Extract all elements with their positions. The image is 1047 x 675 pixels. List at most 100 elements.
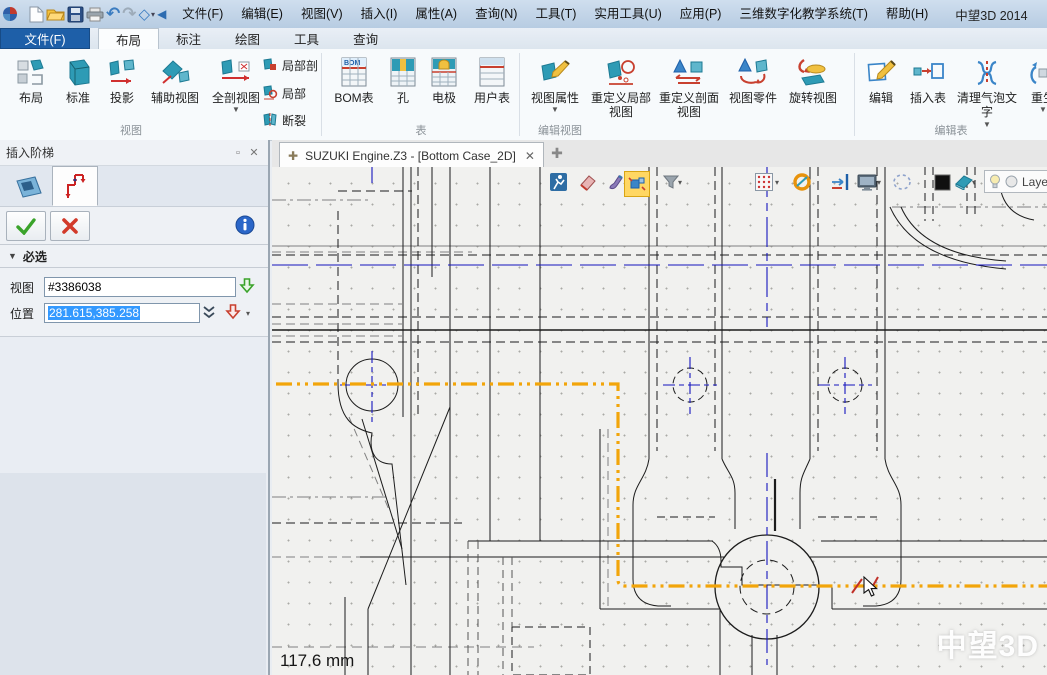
redo-icon[interactable]: ↷ [122,3,136,25]
hole-table-button[interactable]: 孔 [384,52,422,105]
menu-insert[interactable]: 插入(I) [352,0,407,28]
redefine-detail-view-button[interactable]: 重定义局部视图 [588,52,654,120]
ribbon-group-view: 布局 标准 投影 辅助视图 全剖视图 ▼ 局部剖 [0,49,322,140]
filter-dropdown-icon[interactable]: ▾ [678,178,682,187]
layout-button[interactable]: 布局 [8,52,54,105]
new-file-icon[interactable] [29,3,44,25]
bom-table-button[interactable]: BOM BOM表 [328,52,380,105]
view-attributes-dropdown-icon[interactable]: ▼ [551,106,559,114]
step-line-icon [60,171,90,201]
redefine-section-view-button[interactable]: 重定义剖面视图 [656,52,722,120]
menu-3d-teaching-system[interactable]: 三维数字化教学系统(T) [730,0,876,28]
clean-balloon-text-icon [972,52,1002,88]
full-section-dropdown-icon[interactable]: ▼ [232,106,240,114]
escape-tool-icon[interactable] [547,171,569,193]
detail-view-icon [262,85,278,101]
tab-close-icon[interactable]: ✕ [525,149,535,163]
ribbon-tab-layout[interactable]: 布局 [98,28,159,49]
check-icon [16,217,36,235]
ribbon-tab-inquire[interactable]: 查询 [336,28,395,49]
ribbon-tab-draw[interactable]: 绘图 [218,28,277,49]
projection-button[interactable]: 投影 [100,52,144,105]
grid-snap-tool-icon[interactable] [753,171,775,193]
display-tool-icon[interactable] [856,171,878,193]
print-icon[interactable] [86,3,104,25]
broken-view-button[interactable]: 断裂 [262,110,306,130]
rotate-view-icon [796,52,830,88]
ok-button[interactable] [6,211,46,241]
new-tab-button[interactable]: ✚ [548,145,566,163]
view-pick-button[interactable] [238,277,256,295]
menu-view[interactable]: 视图(V) [292,0,352,28]
document-tab[interactable]: ✚ SUZUKI Engine.Z3 - [Bottom Case_2D] ✕ [279,142,544,168]
partial-section-button[interactable]: 局部剖 [262,55,318,75]
app-title: 中望3D 2014 [955,5,1027,24]
auxiliary-view-button[interactable]: 辅助视图 [144,52,206,105]
rotate-view-button[interactable]: 旋转视图 [784,52,842,105]
position-pick-button[interactable] [224,303,242,321]
menu-attribute[interactable]: 属性(A) [406,0,466,28]
panel-tab-strip [0,166,268,207]
menu-help[interactable]: 帮助(H) [877,0,937,28]
position-input[interactable]: 281.615,385.258 [44,303,200,323]
zw3d-app-window: { "titlebar": { "app_title": "中望3D 2014"… [0,0,1047,675]
ribbon-group-edit-table: 编辑 插入表 清理气泡文字 ▼ 重生 ▼ 编辑表 [855,49,1047,140]
menu-inquire[interactable]: 查询(N) [466,0,526,28]
broken-view-label: 断裂 [282,112,306,129]
ribbon-file-tab[interactable]: 文件(F) [0,28,90,49]
menu-edit[interactable]: 编辑(E) [232,0,292,28]
lasso-tool-icon[interactable] [891,171,913,193]
ribbon-tab-tools[interactable]: 工具 [277,28,336,49]
electrode-table-button[interactable]: 电极 [422,52,466,105]
info-button[interactable] [230,211,260,239]
panel-restore-icon[interactable]: ▫ [230,147,246,159]
view-part-button[interactable]: 视图零件 [724,52,782,105]
view-orientation-icon[interactable]: ◇▾ [139,3,156,25]
ring-tool-icon[interactable] [791,171,813,193]
menu-utilities[interactable]: 实用工具(U) [585,0,670,28]
menu-applications[interactable]: 应用(P) [671,0,731,28]
panel-tab-step-line[interactable] [52,166,98,206]
align-tool-icon[interactable] [829,171,851,193]
partial-section-label: 局部剖 [282,57,318,74]
menu-file[interactable]: 文件(F) [173,0,232,28]
group-label-table: 表 [322,122,520,138]
view-mode-tool-icon-active[interactable] [624,171,650,197]
expand-chevrons-icon[interactable] [202,305,216,319]
back-icon[interactable]: ◀ [157,3,166,25]
display-dropdown-icon[interactable]: ▾ [877,178,881,187]
position-field-row: 位置 281.615,385.258 ▾ [0,300,268,326]
full-section-view-button[interactable]: 全剖视图 ▼ [206,52,266,114]
cancel-button[interactable] [50,211,90,241]
undo-icon[interactable]: ↶ [106,3,120,25]
view-part-label: 视图零件 [729,91,777,105]
user-table-button[interactable]: 用户表 [466,52,518,105]
regenerate-button[interactable]: 重生 ▼ [1021,52,1047,114]
erase-dropdown-icon[interactable]: ▾ [972,178,976,187]
insert-table-button[interactable]: 插入表 [903,52,953,105]
panel-tab-view[interactable] [6,170,52,206]
save-icon[interactable] [67,3,84,25]
ribbon-tab-annotate[interactable]: 标注 [159,28,218,49]
position-pick-dropdown-icon[interactable]: ▾ [246,309,250,318]
edit-button[interactable]: 编辑 [859,52,903,105]
regenerate-dropdown-icon[interactable]: ▼ [1039,106,1047,114]
standard-view-button[interactable]: 标准 [56,52,100,105]
open-file-icon[interactable] [46,3,65,25]
cross-icon [61,217,79,235]
color-swatch-icon[interactable] [931,171,953,193]
layer-combo[interactable]: Layer0 [984,170,1047,193]
view-input[interactable]: #3386038 [44,277,236,297]
position-input-selected-value: 281.615,385.258 [48,306,140,320]
menu-tools[interactable]: 工具(T) [526,0,585,28]
grid-dropdown-icon[interactable]: ▾ [775,178,779,187]
drawing-canvas[interactable]: ▾ ▾ ▾ ▾ Layer0 117.6 mm 中望3D [272,167,1047,675]
required-section-header[interactable]: ▼ 必选 [0,245,268,268]
eraser-tool-icon[interactable] [577,171,599,193]
broken-view-icon [262,112,278,128]
layer-name: Layer0 [1022,175,1047,189]
detail-view-button[interactable]: 局部 [262,83,306,103]
view-attributes-button[interactable]: 视图属性 ▼ [526,52,584,114]
panel-close-icon[interactable]: ✕ [246,146,262,159]
clean-balloon-text-button[interactable]: 清理气泡文字 ▼ [955,52,1019,129]
